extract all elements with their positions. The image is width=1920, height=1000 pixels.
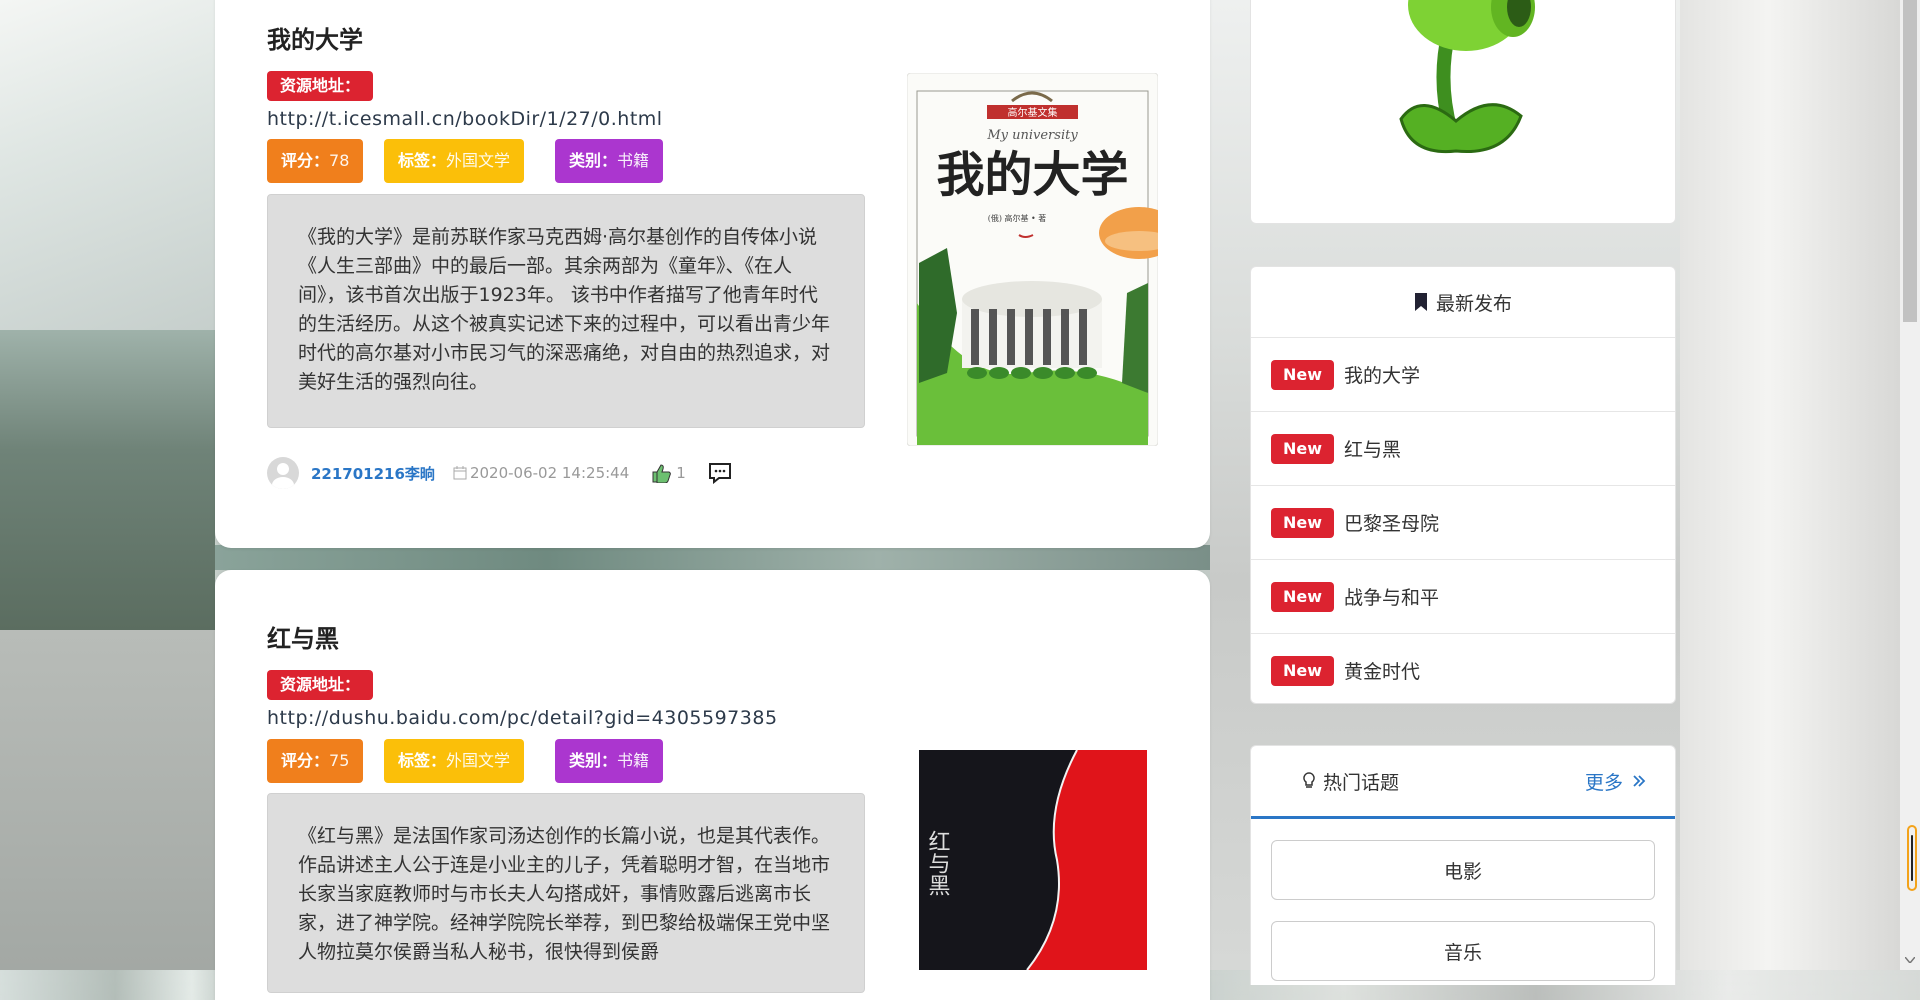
new-badge: New bbox=[1271, 655, 1335, 686]
cover-subtitle-text: My university bbox=[986, 128, 1078, 143]
post-date: 2020-06-02 14:25:44 bbox=[453, 464, 629, 482]
post-title[interactable]: 红与黑 bbox=[267, 619, 339, 654]
label-tag[interactable]: 标签：外国文学 bbox=[384, 139, 525, 183]
post-title[interactable]: 我的大学 bbox=[267, 20, 363, 55]
more-link-label: 更多 bbox=[1584, 771, 1623, 794]
author-link[interactable]: 221701216李晌 bbox=[311, 463, 435, 484]
cover-title-text: 红与黑 bbox=[925, 830, 951, 896]
category-tag[interactable]: 类别：书籍 bbox=[555, 139, 664, 183]
post-tags: 评分：75 标签：外国文学 类别：书籍 bbox=[267, 739, 687, 783]
score-tag: 评分：78 bbox=[267, 139, 364, 183]
more-link[interactable]: 更多 bbox=[1585, 768, 1647, 795]
background-scene bbox=[0, 630, 215, 970]
cover-title-text: 我的大学 bbox=[936, 147, 1128, 203]
latest-post-item[interactable]: New 巴黎圣母院 bbox=[1251, 486, 1675, 560]
comment-button[interactable] bbox=[708, 462, 732, 484]
label-tag[interactable]: 标签：外国文学 bbox=[384, 739, 525, 783]
avatar[interactable] bbox=[267, 457, 299, 489]
new-badge: New bbox=[1271, 433, 1335, 464]
lightbulb-icon bbox=[1303, 772, 1315, 788]
hot-topics-panel: 热门话题 更多 电影 音乐 bbox=[1250, 745, 1676, 985]
resource-url-link[interactable]: http://t.icesmall.cn/bookDir/1/27/0.html bbox=[267, 108, 663, 130]
latest-post-title[interactable]: 红与黑 bbox=[1344, 435, 1401, 462]
latest-post-title[interactable]: 巴黎圣母院 bbox=[1344, 509, 1439, 536]
resource-label-badge: 资源地址： bbox=[267, 71, 374, 101]
background-scene bbox=[215, 545, 1210, 570]
latest-post-title[interactable]: 我的大学 bbox=[1344, 361, 1420, 388]
latest-posts-header: 最新发布 bbox=[1251, 267, 1675, 338]
calendar-icon bbox=[453, 466, 467, 480]
latest-posts-title: 最新发布 bbox=[1435, 292, 1512, 315]
book-cover-image[interactable]: 高尔基文集 My university 我的大学 (俄) 高尔基 • 著 bbox=[906, 72, 1179, 447]
latest-post-item[interactable]: New 红与黑 bbox=[1251, 412, 1675, 486]
latest-post-item[interactable]: New 黄金时代 bbox=[1251, 634, 1675, 707]
post-description: 《我的大学》是前苏联作家马克西姆·高尔基创作的自传体小说《人生三部曲》中的最后一… bbox=[267, 194, 865, 428]
double-chevron-right-icon bbox=[1633, 775, 1646, 787]
post-card: 我的大学 资源地址： http://t.icesmall.cn/bookDir/… bbox=[215, 0, 1210, 548]
latest-post-title[interactable]: 黄金时代 bbox=[1344, 657, 1420, 684]
book-cover-image[interactable]: 红与黑 bbox=[917, 740, 1149, 971]
topic-button[interactable]: 电影 bbox=[1271, 840, 1655, 900]
mascot-panel bbox=[1250, 0, 1676, 224]
post-meta: 221701216李晌 2020-06-02 14:25:44 1 bbox=[267, 457, 732, 489]
category-tag[interactable]: 类别：书籍 bbox=[555, 739, 664, 783]
post-description: 《红与黑》是法国作家司汤达创作的长篇小说，也是其代表作。作品讲述主人公于连是小业… bbox=[267, 793, 865, 993]
new-badge: New bbox=[1271, 359, 1335, 390]
post-date-text: 2020-06-02 14:25:44 bbox=[469, 464, 630, 482]
scroll-down-arrow-icon[interactable] bbox=[1900, 950, 1920, 970]
latest-post-item[interactable]: New 战争与和平 bbox=[1251, 560, 1675, 634]
thumbs-up-icon bbox=[652, 464, 672, 483]
hot-topics-header: 热门话题 更多 bbox=[1251, 746, 1675, 819]
score-tag: 评分：75 bbox=[267, 739, 364, 783]
peashooter-mascot-image bbox=[1399, 0, 1535, 154]
cover-author-text: (俄) 高尔基 • 著 bbox=[988, 213, 1047, 223]
cover-series-text: 高尔基文集 bbox=[1008, 106, 1058, 119]
topic-button[interactable]: 音乐 bbox=[1271, 921, 1655, 981]
post-card: 红与黑 资源地址： http://dushu.baidu.com/pc/deta… bbox=[215, 570, 1210, 1000]
resource-label-badge: 资源地址： bbox=[267, 670, 374, 700]
background-scene bbox=[0, 0, 215, 330]
new-badge: New bbox=[1271, 507, 1335, 538]
background-scene bbox=[0, 330, 215, 630]
post-tags: 评分：78 标签：外国文学 类别：书籍 bbox=[267, 139, 687, 183]
scroll-grip-handle[interactable] bbox=[1907, 825, 1917, 891]
hot-topics-title: 热门话题 bbox=[1323, 771, 1400, 794]
like-count: 1 bbox=[676, 464, 686, 482]
comment-icon bbox=[708, 463, 731, 484]
latest-posts-panel: 最新发布 New 我的大学 New 红与黑 New 巴黎圣母院 New 战争与和… bbox=[1250, 266, 1676, 704]
bookmark-icon bbox=[1414, 293, 1427, 311]
latest-post-item[interactable]: New 我的大学 bbox=[1251, 338, 1675, 412]
background-scene bbox=[1680, 0, 1900, 970]
latest-post-title[interactable]: 战争与和平 bbox=[1344, 583, 1439, 610]
like-button[interactable]: 1 bbox=[651, 463, 686, 483]
new-badge: New bbox=[1271, 581, 1335, 612]
scrollbar-thumb[interactable] bbox=[1903, 0, 1917, 322]
resource-url-link[interactable]: http://dushu.baidu.com/pc/detail?gid=430… bbox=[267, 707, 778, 729]
